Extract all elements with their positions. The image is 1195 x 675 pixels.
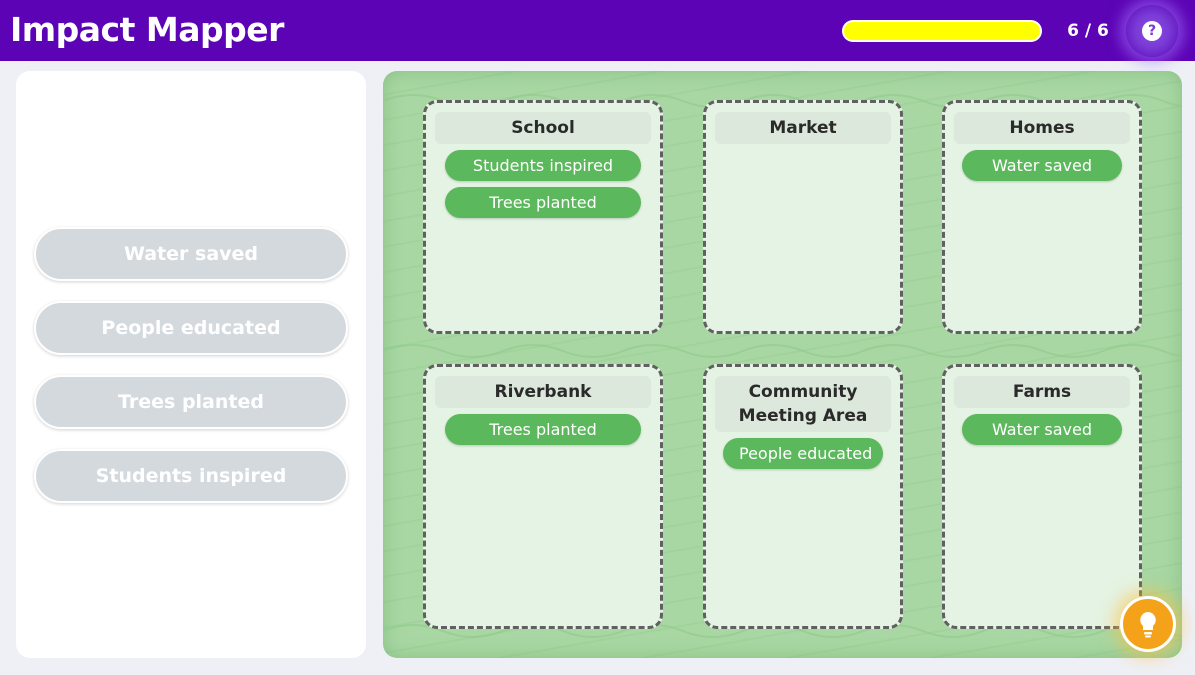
map-board: School Students inspired Trees planted M… [383, 71, 1182, 658]
placed-chip[interactable]: Trees planted [445, 414, 641, 445]
placed-chip[interactable]: Students inspired [445, 150, 641, 181]
zone-title: Homes [954, 112, 1130, 144]
bank-chip-students-inspired[interactable]: Students inspired [34, 449, 348, 503]
bank-chip-people-educated[interactable]: People educated [34, 301, 348, 355]
zone-riverbank[interactable]: Riverbank Trees planted [423, 364, 663, 629]
zone-market[interactable]: Market [703, 100, 903, 334]
zone-homes[interactable]: Homes Water saved [942, 100, 1142, 334]
header-bar: Impact Mapper 6 / 6 ? [0, 0, 1195, 61]
placed-chip[interactable]: Trees planted [445, 187, 641, 218]
placed-chip[interactable]: Water saved [962, 150, 1122, 181]
zone-school[interactable]: School Students inspired Trees planted [423, 100, 663, 334]
question-mark-icon: ? [1142, 21, 1162, 41]
lightbulb-icon [1140, 612, 1156, 638]
zone-community-meeting-area[interactable]: Community Meeting Area People educated [703, 364, 903, 629]
zone-title: Community Meeting Area [715, 376, 891, 432]
progress-count: 6 / 6 [1067, 21, 1109, 41]
zone-farms[interactable]: Farms Water saved [942, 364, 1142, 629]
progress-fill [844, 22, 1040, 40]
zone-title: Market [715, 112, 891, 144]
placed-chip[interactable]: Water saved [962, 414, 1122, 445]
zone-title: Farms [954, 376, 1130, 408]
chip-bank-panel: Water saved People educated Trees plante… [16, 71, 366, 658]
bank-chip-water-saved[interactable]: Water saved [34, 227, 348, 281]
zone-title: School [435, 112, 651, 144]
bank-chip-trees-planted[interactable]: Trees planted [34, 375, 348, 429]
zone-title: Riverbank [435, 376, 651, 408]
chip-bank: Water saved People educated Trees plante… [34, 227, 348, 523]
help-button[interactable]: ? [1126, 5, 1178, 57]
app-title: Impact Mapper [10, 10, 284, 49]
placed-chip[interactable]: People educated [723, 438, 883, 469]
progress-bar [842, 20, 1042, 42]
hint-button[interactable] [1120, 596, 1176, 652]
